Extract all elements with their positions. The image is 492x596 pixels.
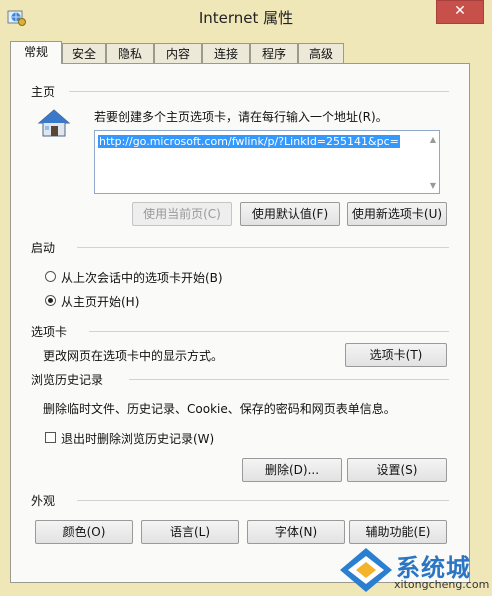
startup-last-session-radio[interactable] [45, 271, 56, 282]
languages-button[interactable]: 语言(L) [141, 520, 239, 544]
tabs-description: 更改网页在选项卡中的显示方式。 [43, 349, 224, 363]
fonts-button[interactable]: 字体(N) [247, 520, 345, 544]
startup-home-label: 从主页开始(H) [61, 295, 140, 309]
tabs-settings-button[interactable]: 选项卡(T) [345, 343, 447, 367]
tab-security[interactable]: 安全 [62, 43, 106, 63]
tab-privacy[interactable]: 隐私 [106, 43, 154, 63]
watermark-url: xitongcheng.com [394, 578, 490, 591]
use-current-button[interactable]: 使用当前页(C) [132, 202, 232, 226]
history-description: 删除临时文件、历史记录、Cookie、保存的密码和网页表单信息。 [43, 402, 396, 416]
delete-on-exit-checkbox[interactable] [45, 432, 56, 443]
history-settings-button[interactable]: 设置(S) [347, 458, 447, 482]
delete-on-exit-label: 退出时删除浏览历史记录(W) [61, 432, 215, 446]
close-button[interactable]: ✕ [436, 0, 484, 24]
history-divider [129, 379, 449, 380]
use-new-tab-button[interactable]: 使用新选项卡(U) [347, 202, 447, 226]
tab-advanced[interactable]: 高级 [298, 43, 344, 63]
startup-divider [77, 247, 449, 248]
site-watermark: 系统城 xitongcheng.com [338, 544, 490, 596]
general-panel: 主页 若要创建多个主页选项卡，请在每行输入一个地址(R)。 http://go.… [10, 63, 470, 583]
scroll-down-icon[interactable]: ▼ [430, 181, 436, 190]
home-section-title: 主页 [31, 85, 56, 99]
accessibility-button[interactable]: 辅助功能(E) [349, 520, 447, 544]
watermark-logo-icon [340, 548, 392, 592]
tab-connections[interactable]: 连接 [202, 43, 250, 63]
home-url-value: http://go.microsoft.com/fwlink/p/?LinkId… [98, 135, 400, 148]
history-delete-button[interactable]: 删除(D)... [242, 458, 342, 482]
startup-home-radio[interactable] [45, 295, 56, 306]
home-instruction: 若要创建多个主页选项卡，请在每行输入一个地址(R)。 [94, 110, 388, 124]
tabs-divider [89, 331, 449, 332]
tabs-section-title: 选项卡 [31, 325, 68, 339]
window-title: Internet 属性 [198, 9, 294, 27]
scroll-up-icon[interactable]: ▲ [430, 135, 436, 144]
use-default-button[interactable]: 使用默认值(F) [240, 202, 340, 226]
house-icon [37, 109, 71, 137]
startup-last-session-label: 从上次会话中的选项卡开始(B) [61, 271, 223, 285]
colors-button[interactable]: 颜色(O) [35, 520, 133, 544]
title-bar: Internet 属性 ✕ [0, 0, 492, 34]
history-section-title: 浏览历史记录 [31, 373, 104, 387]
appearance-divider [77, 500, 449, 501]
home-url-textarea[interactable]: http://go.microsoft.com/fwlink/p/?LinkId… [94, 130, 440, 194]
tab-content[interactable]: 内容 [154, 43, 202, 63]
appearance-section-title: 外观 [31, 494, 56, 508]
tab-general[interactable]: 常规 [10, 41, 62, 64]
home-divider [69, 91, 449, 92]
startup-section-title: 启动 [31, 241, 56, 255]
tab-programs[interactable]: 程序 [250, 43, 298, 63]
